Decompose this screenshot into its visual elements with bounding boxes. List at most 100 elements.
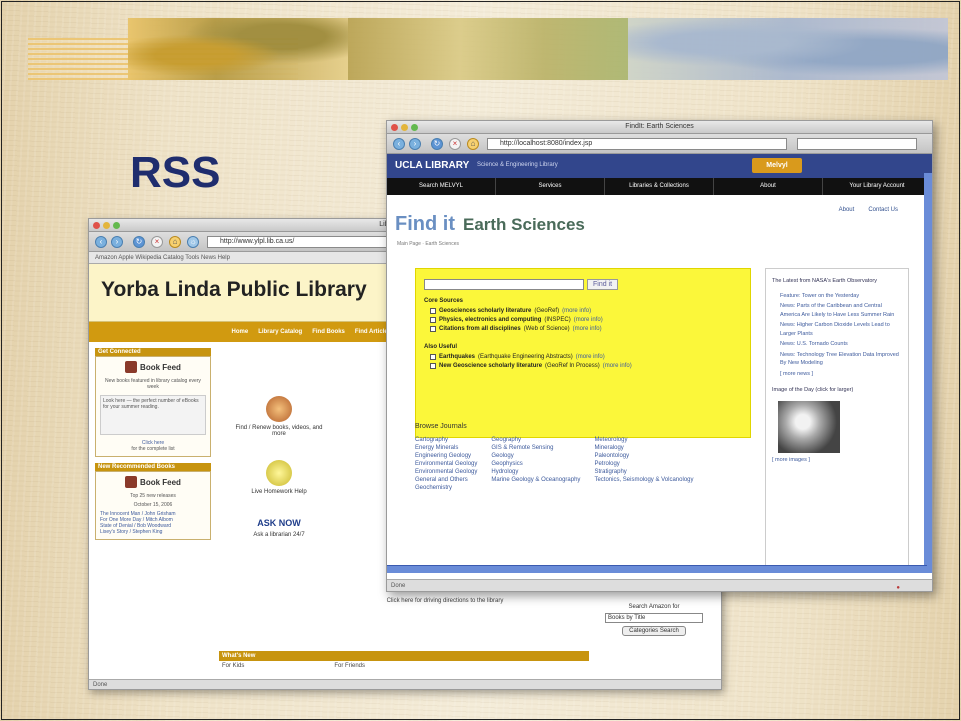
news-item[interactable]: News: Higher Carbon Dioxide Levels Lead …: [780, 321, 902, 338]
directions-link[interactable]: Click here for driving directions to the…: [325, 598, 565, 604]
nav-item[interactable]: Libraries & Collections: [605, 178, 714, 195]
nav-item[interactable]: Your Library Account: [823, 178, 932, 195]
breadcrumb[interactable]: Main Page · Earth Sciences: [397, 241, 459, 247]
window-title: FindIt: Earth Sciences: [625, 123, 694, 130]
source-option[interactable]: Earthquakes (Earthquake Engineering Abstr…: [430, 354, 742, 360]
news-item[interactable]: News: Technology Tree Elevation Data Imp…: [780, 351, 902, 368]
more-news-link[interactable]: [ more news ]: [780, 370, 902, 379]
journal-link[interactable]: Petrology: [594, 460, 707, 468]
item-label: Find / Renew books, videos, and more: [235, 425, 323, 437]
ucla-logo[interactable]: UCLA LIBRARY: [395, 160, 469, 171]
journal-link[interactable]: GIS & Remote Sensing: [491, 444, 594, 452]
news-item[interactable]: Feature: Tower on the Yesterday: [780, 292, 902, 301]
forward-icon[interactable]: ›: [409, 138, 421, 150]
journal-link[interactable]: Geography: [491, 436, 594, 444]
home-icon[interactable]: ⌂: [467, 138, 479, 150]
news-item[interactable]: News: U.S. Tornado Counts: [780, 340, 902, 349]
back-icon[interactable]: ‹: [95, 236, 107, 248]
journal-link[interactable]: Geophysics: [491, 460, 594, 468]
sidebar-heading: New Recommended Books: [95, 463, 211, 471]
checkbox[interactable]: [430, 308, 436, 314]
checkbox[interactable]: [430, 363, 436, 369]
news-item[interactable]: News: Parts of the Caribbean and Central…: [780, 302, 902, 319]
checkbox[interactable]: [430, 317, 436, 323]
horizontal-scrollbar[interactable]: [387, 565, 927, 573]
findit-logo: Find it: [395, 213, 455, 235]
journals-heading: Browse Journals: [415, 423, 467, 430]
more-info-link[interactable]: (more info): [574, 317, 603, 323]
home-icon[interactable]: ⌂: [169, 236, 181, 248]
source-db: (GeoRef In Process): [545, 363, 600, 369]
stop-icon[interactable]: ×: [151, 236, 163, 248]
book-feed-logo[interactable]: Book Feed: [125, 361, 181, 373]
source-option[interactable]: New Geoscience scholarly literature (GeoR…: [430, 363, 742, 369]
source-name: Citations from all disciplines: [439, 326, 521, 332]
journal-link[interactable]: Engineering Geology: [415, 452, 491, 460]
more-info-link[interactable]: (more info): [603, 363, 632, 369]
more-images-link[interactable]: [ more images ]: [772, 456, 902, 465]
journal-link[interactable]: Hydrology: [491, 468, 594, 476]
nav-item[interactable]: Home: [232, 322, 249, 342]
nav-item[interactable]: Find Books: [312, 322, 345, 342]
forward-icon[interactable]: ›: [111, 236, 123, 248]
contact-link[interactable]: Contact Us: [868, 207, 898, 213]
nav-item[interactable]: Library Catalog: [258, 322, 302, 342]
stop-icon[interactable]: ×: [449, 138, 461, 150]
group-heading: Core Sources: [424, 298, 464, 304]
feed-box: Book Feed New books featured in library …: [95, 356, 211, 457]
ask-librarian-item[interactable]: ASK NOW Ask a librarian 24/7: [229, 518, 329, 538]
address-bar[interactable]: http://localhost:8080/index.jsp: [487, 138, 787, 150]
journal-link[interactable]: Marine Geology & Oceanography: [491, 476, 594, 484]
list-item[interactable]: Lisey's Story / Stephen King: [100, 529, 206, 535]
more-info-link[interactable]: (more info): [576, 354, 605, 360]
source-db: (Web of Science): [523, 326, 570, 332]
browser-toolbar: ‹ › ↻ × ⌂ http://localhost:8080/index.js…: [387, 134, 932, 154]
melvyl-logo[interactable]: Melvyl: [752, 158, 802, 173]
book-feed-logo[interactable]: Book Feed: [125, 476, 181, 488]
reload-icon[interactable]: ↻: [431, 138, 443, 150]
reload-icon[interactable]: ↻: [133, 236, 145, 248]
about-link[interactable]: About: [839, 207, 855, 213]
more-info-link[interactable]: (more info): [562, 308, 591, 314]
banner-leaves-mid: [348, 18, 628, 80]
source-option[interactable]: Citations from all disciplines (Web of Sc…: [430, 326, 742, 332]
journal-link[interactable]: [491, 484, 594, 492]
journal-link[interactable]: Environmental Geology: [415, 468, 491, 476]
journal-link[interactable]: Energy Minerals: [415, 444, 491, 452]
settings-icon[interactable]: ☼: [187, 236, 199, 248]
more-info-link[interactable]: (more info): [573, 326, 602, 332]
journal-link[interactable]: Meteorology: [594, 436, 707, 444]
library-sidebar: Get Connected Book Feed New books featur…: [95, 348, 211, 546]
journal-link[interactable]: [594, 484, 707, 492]
checkbox[interactable]: [430, 326, 436, 332]
search-button[interactable]: Categories Search: [622, 626, 686, 636]
nav-item[interactable]: About: [714, 178, 823, 195]
journal-link[interactable]: Cartography: [415, 436, 491, 444]
image-of-day[interactable]: [778, 400, 840, 453]
vertical-scrollbar[interactable]: [924, 173, 932, 573]
nav-item[interactable]: Search MELVYL: [387, 178, 496, 195]
search-field[interactable]: [797, 138, 917, 150]
journal-link[interactable]: Mineralogy: [594, 444, 707, 452]
search-input[interactable]: [424, 279, 584, 290]
journal-link[interactable]: Tectonics, Seismology & Volcanology: [594, 476, 707, 484]
journal-link[interactable]: Geochemistry: [415, 484, 491, 492]
journal-link[interactable]: Environmental Geology: [415, 460, 491, 468]
source-option[interactable]: Physics, electronics and computing (INSPE…: [430, 317, 742, 323]
journal-link[interactable]: Geology: [491, 452, 594, 460]
search-select[interactable]: Books by Title: [605, 613, 703, 623]
journal-link[interactable]: General and Others: [415, 476, 491, 484]
back-icon[interactable]: ‹: [393, 138, 405, 150]
checkbox[interactable]: [430, 354, 436, 360]
find-renew-item[interactable]: Find / Renew books, videos, and more: [229, 396, 329, 437]
journal-link[interactable]: Stratigraphy: [594, 468, 707, 476]
source-option[interactable]: Geosciences scholarly literature (GeoRef)…: [430, 308, 742, 314]
homework-item[interactable]: Live Homework Help: [229, 460, 329, 495]
books-icon: [266, 396, 292, 422]
nav-item[interactable]: Services: [496, 178, 605, 195]
browser-window-findit[interactable]: FindIt: Earth Sciences ‹ › ↻ × ⌂ http://…: [386, 120, 933, 592]
find-it-button[interactable]: Find it: [587, 279, 619, 290]
source-db: (INSPEC): [544, 317, 571, 323]
journal-link[interactable]: Paleontology: [594, 452, 707, 460]
ucla-nav: Search MELVYL Services Libraries & Colle…: [387, 178, 932, 195]
